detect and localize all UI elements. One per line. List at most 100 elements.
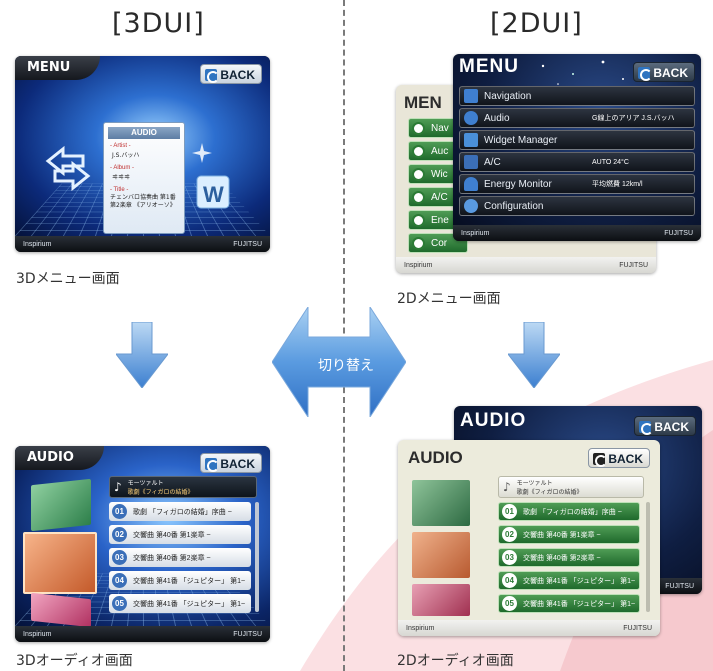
track-row[interactable]: 01 歌劇 「フィガロの結婚」序曲 ~: [498, 502, 640, 521]
menu-item-widget-manager[interactable]: Widget Manager: [459, 130, 695, 150]
track-number: 04: [502, 573, 517, 588]
back-button-behind[interactable]: BACK: [634, 416, 696, 436]
menu-item-ac[interactable]: A/C AUTO 24°C: [459, 152, 695, 172]
track-row[interactable]: 01 歌劇 「フィガロの結婚」序曲 ~: [109, 502, 251, 521]
heading-3dui: [3DUI]: [112, 8, 205, 39]
track-title: 交響曲 第41番 「ジュピター」 第1~: [133, 577, 246, 585]
screen-footer: Inspirium FUJITSU: [15, 236, 270, 252]
screen-title: AUDIO: [408, 448, 463, 467]
back-button[interactable]: BACK: [633, 62, 695, 82]
track-title: 交響曲 第40番 第1楽章 ~: [133, 531, 211, 539]
track-row[interactable]: 05 交響曲 第41番 「ジュピター」 第1~: [498, 594, 640, 613]
now-playing-bar: ♪ モーツァルト 歌劇《フィガロの結婚》: [498, 476, 644, 498]
widget-icon: [412, 167, 425, 181]
back-row-label: Cor: [431, 237, 448, 249]
back-icon: [593, 453, 608, 467]
track-number: 01: [112, 504, 127, 519]
track-title: 交響曲 第41番 「ジュピター」 第1~: [133, 600, 246, 608]
screen-title: AUDIO: [15, 446, 104, 470]
fujitsu-logo: FUJITSU: [623, 624, 652, 632]
menu-item-label: Audio: [484, 112, 510, 124]
back-label: BACK: [220, 68, 255, 82]
back-icon: [638, 67, 653, 81]
back-screen-title: MEN: [404, 93, 442, 112]
switch-label: 切り替え: [318, 358, 374, 374]
track-row[interactable]: 04 交響曲 第41番 「ジュピター」 第1~: [109, 571, 251, 590]
fujitsu-logo: FUJITSU: [619, 261, 648, 269]
widget-icon: [464, 133, 478, 147]
back-screen-title: AUDIO: [460, 410, 527, 431]
track-value: チェンバロ協奏曲 第1番 第2楽章 《アリオーソ》: [110, 194, 176, 209]
ac-icon: [464, 155, 478, 169]
menu-item-configuration[interactable]: Configuration: [459, 196, 695, 216]
album-art-orange[interactable]: [23, 532, 97, 594]
back-row-label: Auc: [431, 145, 449, 157]
track-row[interactable]: 02 交響曲 第40番 第1楽章 ~: [498, 525, 640, 544]
scrollbar[interactable]: [255, 502, 259, 612]
track-number: 02: [112, 527, 127, 542]
now-playing-bar: ♪ モーツァルト 歌劇《フィガロの結婚》: [109, 476, 257, 498]
track-title: 歌劇 「フィガロの結婚」序曲 ~: [523, 508, 622, 516]
screenshot-3d-menu: MENU BACK W AUDIO - Artist - J.S.バッハ - A…: [15, 56, 270, 252]
back-icon: [205, 69, 220, 83]
menu-item-label: Widget Manager: [484, 134, 558, 146]
track-row[interactable]: 02 交響曲 第40番 第1楽章 ~: [109, 525, 251, 544]
track-row[interactable]: 03 交響曲 第40番 第2楽章 ~: [109, 548, 251, 567]
screen-title: MENU: [459, 56, 519, 77]
track-title: 交響曲 第40番 第2楽章 ~: [523, 554, 601, 562]
back-row-label: Wic: [431, 168, 448, 180]
screen-footer: Inspirium FUJITSU: [453, 225, 701, 241]
audio-icon: [412, 144, 425, 158]
ac-icon: [412, 190, 425, 204]
back-button[interactable]: BACK: [200, 453, 262, 473]
back-label: BACK: [654, 420, 689, 434]
caption-2d-menu: 2Dメニュー画面: [397, 291, 501, 307]
menu-item-audio[interactable]: Audio G線上のアリア J.S.バッハ: [459, 108, 695, 128]
album-art-green[interactable]: [412, 480, 470, 526]
audio-icon: [464, 111, 478, 125]
menu-item-value: G線上のアリア J.S.バッハ: [592, 115, 675, 122]
screen-footer: Inspirium FUJITSU: [398, 620, 660, 636]
album-art-pink[interactable]: [412, 584, 470, 616]
track-row[interactable]: 04 交響曲 第41番 「ジュピター」 第1~: [498, 571, 640, 590]
inspirium-logo: Inspirium: [404, 261, 433, 269]
screen-footer: Inspirium FUJITSU: [15, 626, 270, 642]
fujitsu-logo: FUJITSU: [664, 229, 693, 237]
track-number: 03: [112, 550, 127, 565]
track-number: 05: [112, 596, 127, 611]
navigation-arrows-icon[interactable]: [43, 141, 93, 191]
caption-3d-menu: 3Dメニュー画面: [16, 271, 120, 287]
menu-item-energy-monitor[interactable]: Energy Monitor 平均燃費 12km/l: [459, 174, 695, 194]
track-title: 歌劇 「フィガロの結婚」序曲 ~: [133, 508, 232, 516]
track-title: 交響曲 第41番 「ジュピター」 第1~: [523, 577, 636, 585]
fujitsu-logo: FUJITSU: [233, 630, 262, 638]
back-row-label: A/C: [431, 191, 448, 203]
now-playing-album: 歌劇《フィガロの結婚》: [516, 489, 583, 496]
audio-popup[interactable]: AUDIO - Artist - J.S.バッハ - Album - ヰヰヰ -…: [103, 122, 185, 234]
back-button[interactable]: BACK: [200, 64, 262, 84]
gear-icon: [464, 199, 478, 213]
track-row[interactable]: 03 交響曲 第40番 第2楽章 ~: [498, 548, 640, 567]
track-row[interactable]: 05 交響曲 第41番 「ジュピター」 第1~: [109, 594, 251, 613]
widget-w-icon[interactable]: W: [195, 174, 231, 210]
track-number: 02: [502, 527, 517, 542]
inspirium-logo: Inspirium: [23, 630, 52, 638]
back-icon: [639, 421, 654, 435]
screenshot-2d-menu-front: MENU BACK Navigation Audio G線上のアリア J.S.バ…: [453, 54, 701, 241]
navigation-icon: [464, 89, 478, 103]
menu-item-label: A/C: [484, 156, 501, 168]
scrollbar[interactable]: [646, 502, 650, 612]
down-arrow-right: [508, 322, 560, 388]
album-art-orange[interactable]: [412, 532, 470, 578]
back-button[interactable]: BACK: [588, 448, 650, 468]
down-arrow-left: [116, 322, 168, 388]
heading-2dui: [2DUI]: [490, 8, 583, 39]
back-icon: [205, 458, 220, 472]
menu-item-value: AUTO 24°C: [592, 158, 629, 166]
track-title: 交響曲 第40番 第2楽章 ~: [133, 554, 211, 562]
energy-icon: [464, 177, 478, 191]
screenshot-3d-audio: AUDIO BACK ♪ モーツァルト 歌劇《フィガロの結婚》 01 歌劇 「フィ…: [15, 446, 270, 642]
menu-item-navigation[interactable]: Navigation: [459, 86, 695, 106]
artist-value: J.S.バッハ: [112, 152, 140, 159]
album-art-green[interactable]: [31, 478, 91, 532]
